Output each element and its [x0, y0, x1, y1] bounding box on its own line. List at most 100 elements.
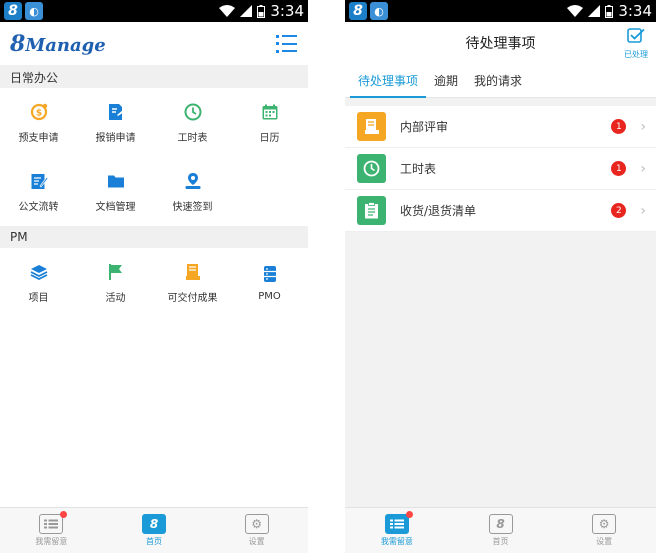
app-notification-icon: 8 — [349, 2, 367, 20]
tile-advance-request[interactable]: $ 预支申请 — [0, 88, 77, 157]
list-item-label: 收货/退货清单 — [400, 204, 477, 218]
layers-icon — [29, 262, 49, 282]
svg-text:$: $ — [35, 108, 41, 118]
pending-items-screen: 8 ◐ 3:34 待处理事项 已处理 待处理事项 逾期 我的请求 内部评审 1 … — [345, 0, 656, 553]
tile-label: 公文流转 — [18, 201, 59, 213]
app-header: 8Manage — [0, 22, 308, 66]
tile-label: 项目 — [28, 292, 49, 304]
tile-label: 日历 — [259, 132, 280, 144]
tile-label: 活动 — [105, 292, 126, 304]
tab-my-requests[interactable]: 我的请求 — [466, 64, 530, 97]
app-header: 待处理事项 已处理 — [345, 22, 656, 64]
count-badge: 2 — [611, 203, 627, 218]
tab-pending[interactable]: 待处理事项 — [350, 64, 427, 98]
tab-attention[interactable]: 我需留意 — [0, 508, 103, 553]
bottom-tab-bar: 我需留意 8 首页 ⚙ 设置 — [345, 507, 656, 553]
subtab-bar: 待处理事项 逾期 我的请求 — [345, 64, 656, 98]
advance-icon: $ — [29, 102, 49, 122]
database-icon — [260, 264, 280, 284]
status-bar: 8 ◐ 3:34 — [0, 0, 308, 22]
clock-time: 3:34 — [270, 2, 304, 20]
checkbox-done-icon — [627, 28, 645, 48]
tile-label: 可交付成果 — [167, 292, 218, 304]
chevron-right-icon: › — [640, 118, 646, 135]
clock-time: 3:34 — [618, 2, 652, 20]
document-edit-icon — [29, 171, 49, 191]
section-header-pm: PM — [0, 226, 308, 248]
battery-icon — [257, 4, 266, 18]
processed-label: 已处理 — [624, 50, 648, 59]
signal-icon — [240, 5, 253, 17]
folder-icon — [106, 171, 126, 191]
tile-label: 预支申请 — [18, 132, 59, 144]
count-badge: 1 — [611, 161, 627, 176]
wifi-icon — [567, 5, 584, 17]
chevron-right-icon: › — [640, 202, 646, 219]
clipboard-icon — [357, 196, 386, 225]
clock-icon — [357, 154, 386, 183]
chevron-right-icon: › — [640, 160, 646, 177]
tile-label: 报销申请 — [95, 132, 136, 144]
tile-label: 文档管理 — [95, 201, 136, 213]
tab-home[interactable]: 8 首页 — [449, 508, 553, 553]
tile-label: 快速签到 — [172, 201, 213, 213]
tab-label: 首页 — [492, 537, 509, 546]
reimburse-icon — [106, 102, 126, 122]
location-checkin-icon — [183, 171, 203, 191]
battery-icon — [605, 4, 614, 18]
page-title: 待处理事项 — [465, 36, 536, 52]
sync-notification-icon: ◐ — [370, 2, 388, 20]
pm-grid: 项目 活动 可交付成果 PMO — [0, 248, 308, 317]
tile-reimbursement[interactable]: 报销申请 — [77, 88, 154, 157]
tile-quick-checkin[interactable]: 快速签到 — [154, 157, 231, 226]
section-header-office: 日常办公 — [0, 66, 308, 88]
tile-document-flow[interactable]: 公文流转 — [0, 157, 77, 226]
tile-timesheet[interactable]: 工时表 — [154, 88, 231, 157]
tab-settings[interactable]: ⚙ 设置 — [552, 508, 656, 553]
tab-settings[interactable]: ⚙ 设置 — [205, 508, 308, 553]
status-bar: 8 ◐ 3:34 — [345, 0, 656, 22]
processed-button[interactable]: 已处理 — [624, 28, 648, 60]
menu-list-button[interactable] — [276, 34, 298, 53]
attention-icon — [39, 511, 68, 534]
office-grid: $ 预支申请 报销申请 工时表 日历 公文流转 文档管理 快速签到 — [0, 88, 308, 226]
home-8-icon: 8 — [488, 514, 513, 534]
tab-label: 我需留意 — [35, 537, 68, 546]
clock-icon — [183, 102, 203, 122]
tab-overdue[interactable]: 逾期 — [426, 64, 466, 97]
calendar-icon — [260, 102, 280, 122]
tab-label: 设置 — [248, 537, 265, 546]
notification-dot — [60, 511, 68, 518]
count-badge: 1 — [611, 119, 627, 134]
tile-calendar[interactable]: 日历 — [231, 88, 308, 157]
wifi-icon — [219, 5, 236, 17]
flag-icon — [106, 262, 126, 282]
list-item-receipt-return[interactable]: 收货/退货清单 2 › — [345, 190, 656, 232]
home-8-icon: 8 — [142, 514, 166, 534]
tab-label: 设置 — [596, 537, 613, 546]
tile-document-management[interactable]: 文档管理 — [77, 157, 154, 226]
signal-icon — [588, 5, 601, 17]
tile-activity[interactable]: 活动 — [77, 248, 154, 317]
tab-attention[interactable]: 我需留意 — [345, 508, 449, 553]
pending-list: 内部评审 1 › 工时表 1 › 收货/退货清单 2 › — [345, 106, 656, 232]
list-item-label: 工时表 — [400, 162, 437, 176]
tile-label: PMO — [258, 290, 281, 302]
settings-icon: ⚙ — [244, 514, 269, 534]
deliverable-icon — [183, 262, 203, 282]
tab-label: 我需留意 — [380, 537, 413, 546]
tab-home[interactable]: 8 首页 — [103, 508, 206, 553]
list-item-label: 内部评审 — [400, 120, 449, 134]
app-logo: 8Manage — [10, 30, 106, 57]
tile-deliverables[interactable]: 可交付成果 — [154, 248, 231, 317]
review-icon — [357, 112, 386, 141]
home-screen: 8 ◐ 3:34 8Manage 日常办公 $ 预支申请 报销申请 工时表 日历… — [0, 0, 308, 553]
tile-pmo[interactable]: PMO — [231, 248, 308, 317]
list-item-internal-review[interactable]: 内部评审 1 › — [345, 106, 656, 148]
settings-icon: ⚙ — [592, 514, 617, 534]
notification-dot — [405, 511, 413, 518]
attention-icon — [384, 511, 413, 534]
list-item-timesheet[interactable]: 工时表 1 › — [345, 148, 656, 190]
tile-project[interactable]: 项目 — [0, 248, 77, 317]
tab-label: 首页 — [146, 537, 162, 546]
